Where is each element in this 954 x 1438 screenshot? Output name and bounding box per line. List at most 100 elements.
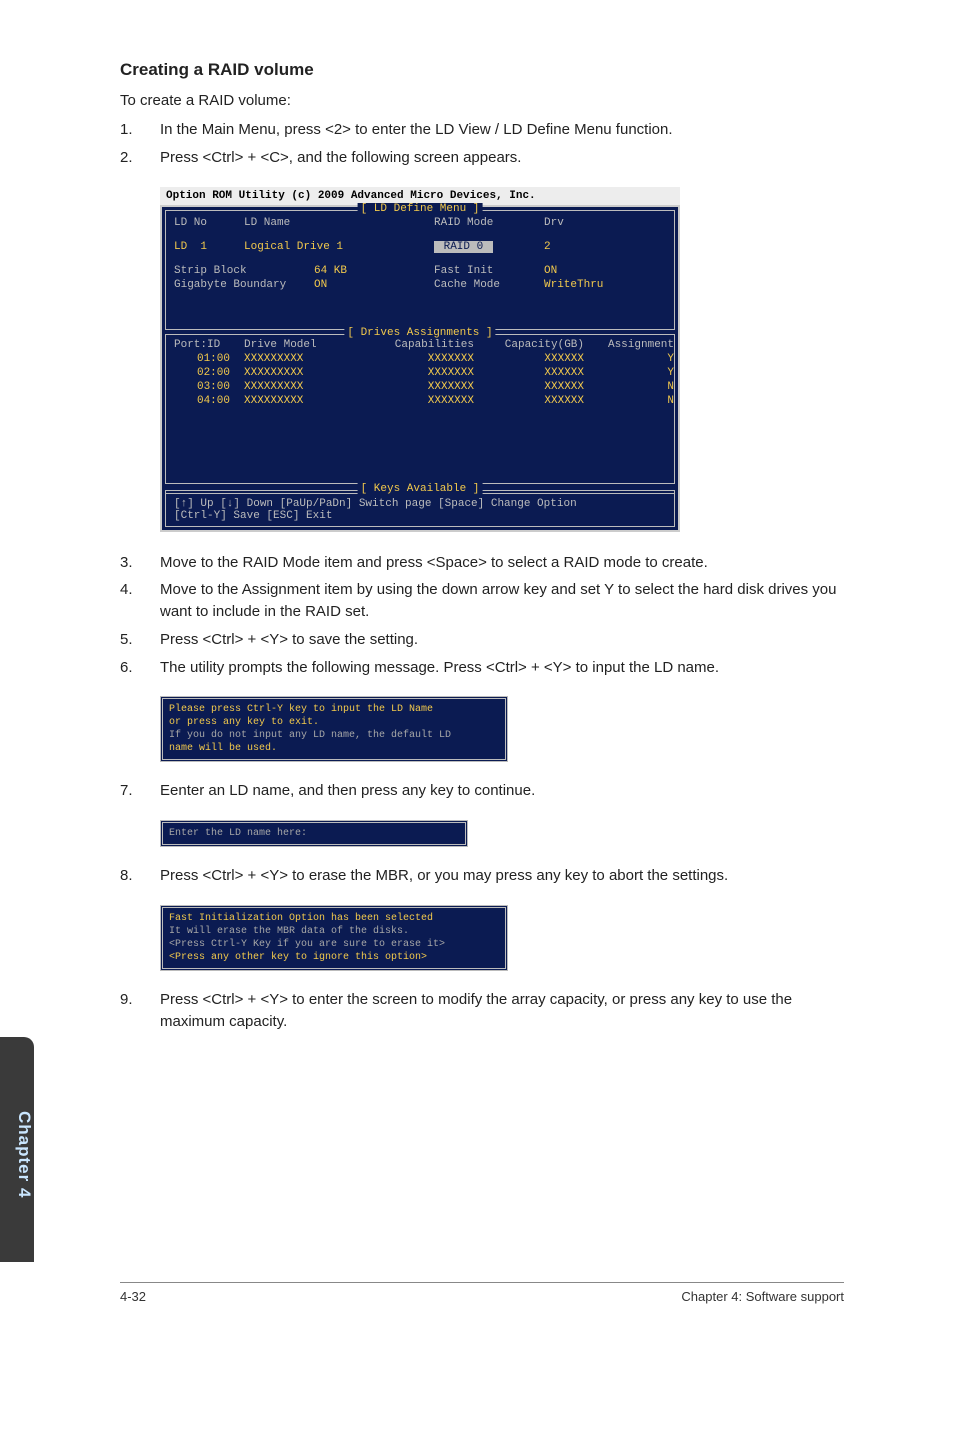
step: 9.Press <Ctrl> + <Y> to enter the screen…	[120, 989, 844, 1033]
cell: XXXXXXX	[364, 381, 484, 393]
label: LD Name	[244, 217, 434, 229]
raid-mode-value: RAID 0	[434, 241, 493, 253]
cell: N	[594, 381, 684, 393]
footer-chapter: Chapter 4: Software support	[681, 1289, 844, 1304]
prompt-line: If you do not input any LD name, the def…	[169, 729, 499, 742]
cell: XXXXXXXXX	[244, 381, 364, 393]
step: 4.Move to the Assignment item by using t…	[120, 579, 844, 623]
cell: 01:00	[174, 353, 244, 365]
label: RAID Mode	[434, 217, 544, 229]
step: 5.Press <Ctrl> + <Y> to save the setting…	[120, 629, 844, 651]
cell: XXXXXX	[484, 367, 594, 379]
prompt-line: It will erase the MBR data of the disks.	[169, 925, 499, 938]
ld-define-panel: [ LD Define Menu ] LD No LD Name RAID Mo…	[165, 210, 675, 330]
col-header: Drive Model	[244, 339, 364, 351]
step-number: 2.	[120, 147, 160, 169]
step-text: Press <Ctrl> + <Y> to save the setting.	[160, 629, 844, 651]
prompt-line: or press any key to exit.	[169, 716, 499, 729]
cell: N	[594, 395, 684, 407]
cell: Y	[594, 367, 684, 379]
step: 3.Move to the RAID Mode item and press <…	[120, 552, 844, 574]
cell: 03:00	[174, 381, 244, 393]
keys-footer: [↑] Up [↓] Down [PaUp/PaDn] Switch page …	[165, 493, 675, 527]
prompt-line: Please press Ctrl-Y key to input the LD …	[169, 703, 499, 716]
step-text: Press <Ctrl> + <Y> to erase the MBR, or …	[160, 865, 844, 887]
steps-block-2: 3.Move to the RAID Mode item and press <…	[120, 552, 844, 679]
cell: XXXXXXXXX	[244, 395, 364, 407]
cell: XXXXXXX	[364, 395, 484, 407]
section-heading: Creating a RAID volume	[120, 60, 844, 80]
value: LD 1	[174, 241, 244, 253]
step-text: Press <Ctrl> + <C>, and the following sc…	[160, 147, 844, 169]
label: Fast Init	[434, 265, 544, 277]
label: Gigabyte Boundary	[174, 279, 314, 291]
prompt-line: <Press Ctrl-Y Key if you are sure to era…	[169, 938, 499, 951]
prompt-line: name will be used.	[169, 742, 499, 755]
value: 64 KB	[314, 265, 434, 277]
page-footer: 4-32 Chapter 4: Software support	[120, 1282, 844, 1304]
step-text: The utility prompts the following messag…	[160, 657, 844, 679]
step-number: 3.	[120, 552, 160, 574]
step-number: 7.	[120, 780, 160, 802]
step: 6.The utility prompts the following mess…	[120, 657, 844, 679]
prompt-line: <Press any other key to ignore this opti…	[169, 951, 499, 964]
col-header: Capabilities	[364, 339, 484, 351]
cell: XXXXXXX	[364, 367, 484, 379]
step: 2.Press <Ctrl> + <C>, and the following …	[120, 147, 844, 169]
prompt-line: Fast Initialization Option has been sele…	[169, 912, 499, 925]
label: Strip Block	[174, 265, 314, 277]
cell: XXXXXX	[484, 381, 594, 393]
prompt-line: Enter the LD name here:	[169, 827, 459, 840]
value: ON	[544, 265, 557, 277]
col-header: Port:ID	[174, 339, 244, 351]
col-header: Assignment	[594, 339, 684, 351]
page: Creating a RAID volume To create a RAID …	[0, 0, 954, 1330]
step: 1.In the Main Menu, press <2> to enter t…	[120, 119, 844, 141]
value: ON	[314, 279, 434, 291]
step-text: Move to the RAID Mode item and press <Sp…	[160, 552, 844, 574]
step-text: Eenter an LD name, and then press any ke…	[160, 780, 844, 802]
cell: XXXXXXX	[364, 353, 484, 365]
intro-text: To create a RAID volume:	[120, 92, 844, 109]
prompt-box-3: Fast Initialization Option has been sele…	[160, 905, 508, 971]
cell: 02:00	[174, 367, 244, 379]
cell: XXXXXXXXX	[244, 367, 364, 379]
step-number: 1.	[120, 119, 160, 141]
step-number: 9.	[120, 989, 160, 1033]
panel-label: [ Drives Assignments ]	[344, 327, 495, 339]
step-text: Press <Ctrl> + <Y> to enter the screen t…	[160, 989, 844, 1033]
step-number: 6.	[120, 657, 160, 679]
footer-line: [Ctrl-Y] Save [ESC] Exit	[174, 510, 666, 522]
step-text: In the Main Menu, press <2> to enter the…	[160, 119, 844, 141]
keys-divider: [ Keys Available ]	[165, 490, 675, 493]
page-number: 4-32	[120, 1289, 146, 1304]
step-number: 8.	[120, 865, 160, 887]
step: 7.Eenter an LD name, and then press any …	[120, 780, 844, 802]
prompt-box-2: Enter the LD name here:	[160, 820, 468, 847]
prompt-box-1: Please press Ctrl-Y key to input the LD …	[160, 696, 508, 762]
steps-block-1: 1.In the Main Menu, press <2> to enter t…	[120, 119, 844, 169]
drives-table: Port:ID Drive Model Capabilities Capacit…	[174, 339, 666, 407]
step-number: 4.	[120, 579, 160, 623]
value: 2	[544, 241, 634, 253]
value: Logical Drive 1	[244, 241, 434, 253]
steps-block-5: 9.Press <Ctrl> + <Y> to enter the screen…	[120, 989, 844, 1033]
step-text: Move to the Assignment item by using the…	[160, 579, 844, 623]
step: 8.Press <Ctrl> + <Y> to erase the MBR, o…	[120, 865, 844, 887]
cell: XXXXXX	[484, 395, 594, 407]
label: Drv	[544, 217, 634, 229]
cell: Y	[594, 353, 684, 365]
label: LD No	[174, 217, 244, 229]
footer-line: [↑] Up [↓] Down [PaUp/PaDn] Switch page …	[174, 498, 666, 510]
step-number: 5.	[120, 629, 160, 651]
steps-block-4: 8.Press <Ctrl> + <Y> to erase the MBR, o…	[120, 865, 844, 887]
panel-label: [ Keys Available ]	[358, 483, 483, 495]
label: Cache Mode	[434, 279, 544, 291]
chapter-tab: Chapter 4	[0, 1037, 34, 1262]
value: WriteThru	[544, 279, 603, 291]
cell: XXXXXXXXX	[244, 353, 364, 365]
panel-label: [ LD Define Menu ]	[358, 203, 483, 215]
drives-panel: [ Drives Assignments ] Port:ID Drive Mod…	[165, 334, 675, 484]
col-header: Capacity(GB)	[484, 339, 594, 351]
bios-screenshot: Option ROM Utility (c) 2009 Advanced Mic…	[160, 187, 680, 532]
